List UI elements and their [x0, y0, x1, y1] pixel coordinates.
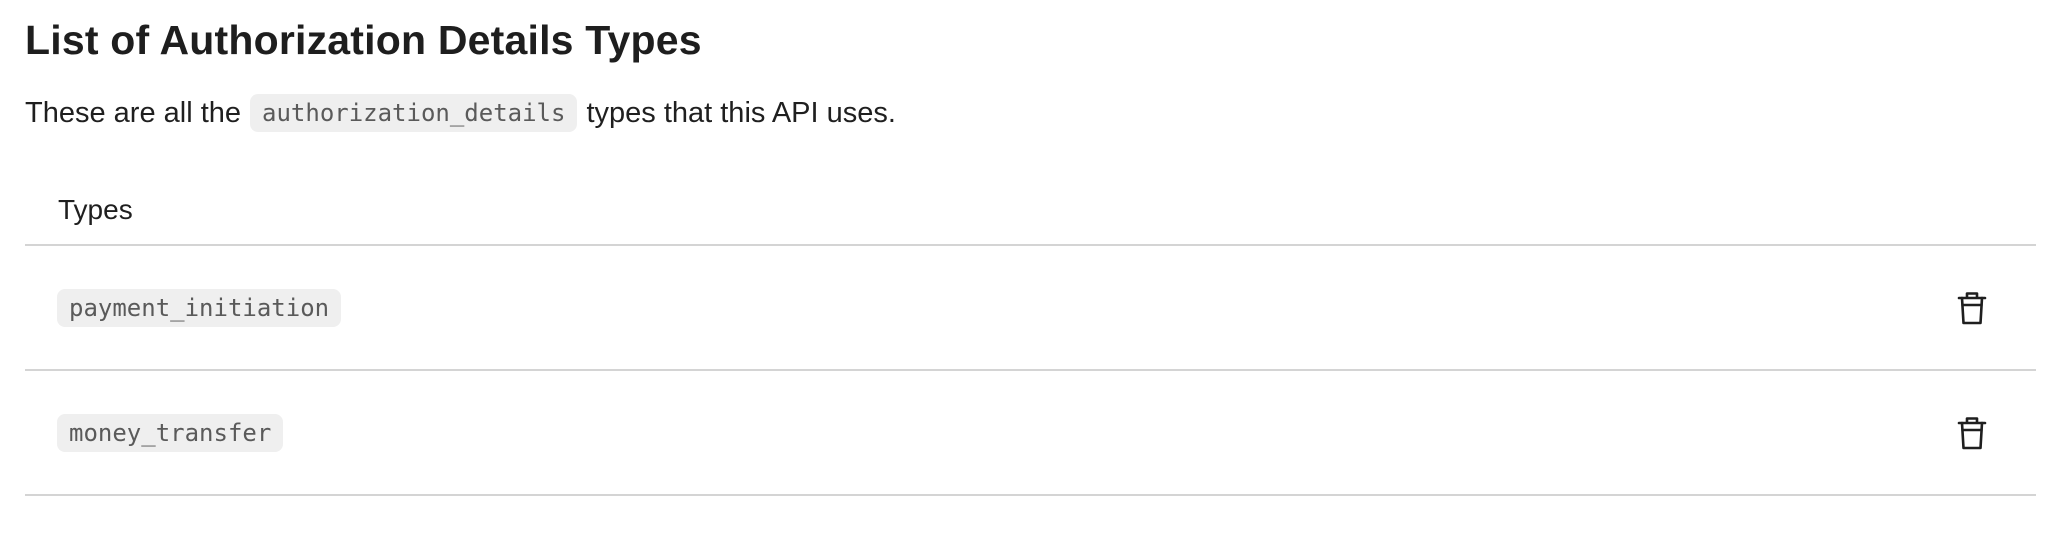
column-header-types: Types [58, 194, 133, 225]
type-code: payment_initiation [57, 288, 342, 327]
authorization-types-page: List of Authorization Details Types Thes… [0, 0, 2058, 496]
description-code: authorization_details [250, 94, 578, 132]
type-code: money_transfer [57, 413, 284, 452]
delete-button[interactable] [1952, 288, 1992, 328]
table-header: Types [25, 176, 2036, 246]
types-table: Types payment_initiation money_transfer [25, 176, 2036, 496]
table-row: payment_initiation [25, 246, 2036, 371]
description-text-before: These are all the [25, 97, 242, 129]
description-text-after: types that this API uses. [586, 97, 896, 129]
table-row: money_transfer [25, 371, 2036, 496]
delete-button[interactable] [1952, 413, 1992, 453]
page-description: These are all the authorization_details … [25, 94, 2038, 132]
page-title: List of Authorization Details Types [25, 17, 702, 63]
trash-icon [1957, 291, 1987, 324]
trash-icon [1957, 416, 1987, 449]
